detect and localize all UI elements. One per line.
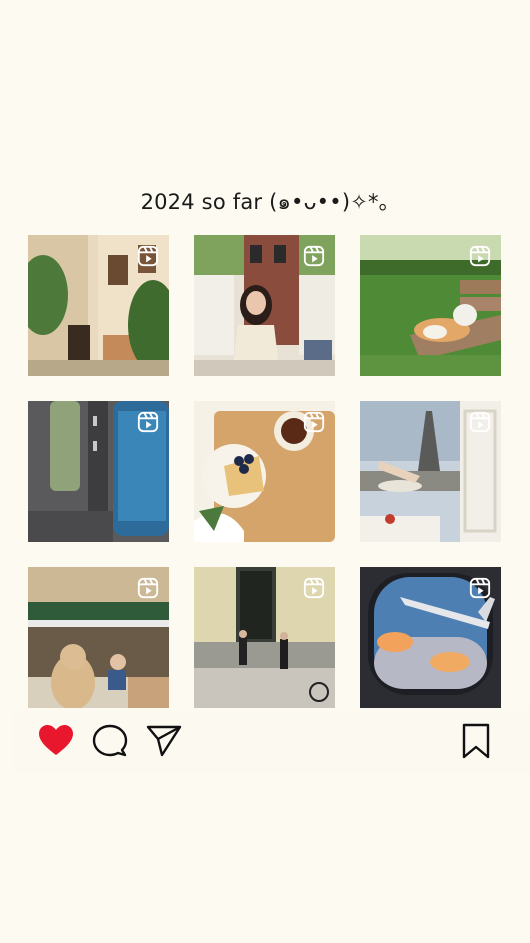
reel-icon [469,411,491,433]
grid-tile-cake-tea[interactable] [194,401,335,542]
reel-icon [303,245,325,267]
reel-icon [137,245,159,267]
grid-tile-airplane-window[interactable] [360,567,501,708]
photo-grid [28,235,501,708]
post-action-bar [14,711,530,773]
share-icon[interactable] [144,721,184,761]
reel-icon [469,577,491,599]
reel-icon [137,411,159,433]
grid-tile-eiffel-balcony[interactable] [360,401,501,542]
reel-icon [469,245,491,267]
post-caption-title: 2024 so far (๑•ᴗ••)✧*｡ [140,190,390,214]
grid-tile-cat-bench[interactable] [360,235,501,376]
grid-tile-cafe-teddy[interactable] [28,567,169,708]
grid-tile-street-balcony[interactable] [28,235,169,376]
heart-icon[interactable] [36,721,76,761]
reel-icon [137,577,159,599]
grid-tile-train-window[interactable] [28,401,169,542]
reel-icon [303,577,325,599]
grid-tile-woman-white-dress[interactable] [194,235,335,376]
grid-tile-pedestrians-street[interactable] [194,567,335,708]
comment-icon[interactable] [90,721,130,761]
bookmark-icon[interactable] [456,721,496,761]
reel-icon [303,411,325,433]
